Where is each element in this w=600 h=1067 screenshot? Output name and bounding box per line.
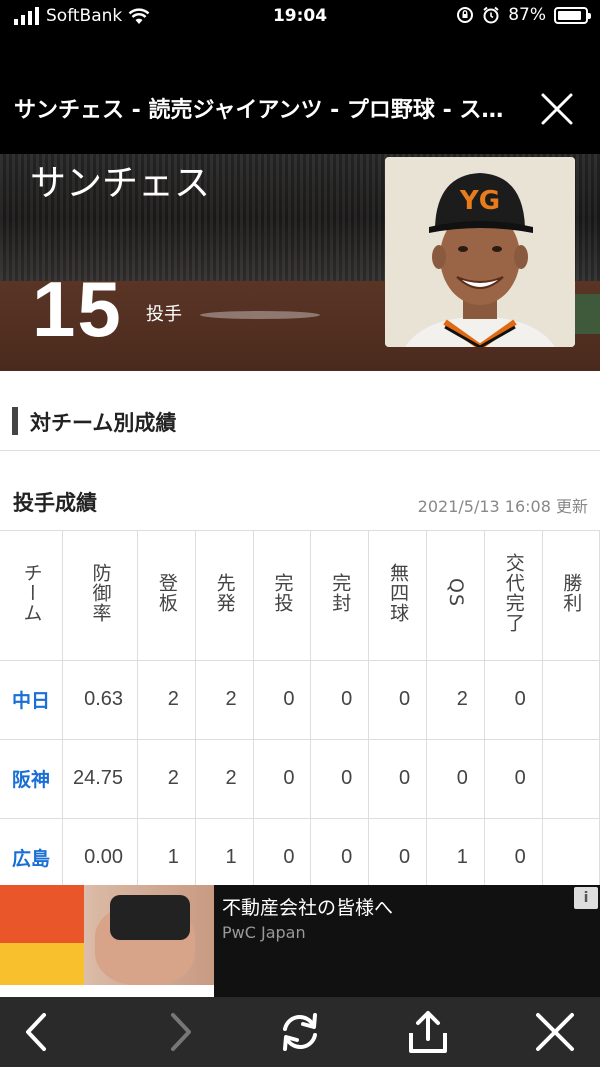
table-cell (542, 818, 600, 885)
table-cell: 2 (195, 739, 254, 819)
table-cell: 0 (310, 660, 370, 740)
table-cell (542, 739, 600, 819)
table-cell: 0 (426, 739, 485, 819)
column-header[interactable]: 完投 (253, 531, 312, 661)
table-cell: 0.00 (62, 818, 139, 885)
orientation-lock-icon (457, 7, 474, 23)
table-cell (542, 660, 600, 740)
table-cell: 0 (253, 739, 312, 819)
team-link[interactable]: 阪神 (0, 739, 64, 819)
main-content: 対チーム別成績 投手成績 2021/5/13 16:08 更新 チーム 防御率 … (0, 371, 600, 885)
ad-image-panel (0, 943, 84, 987)
team-link[interactable]: 中日 (0, 660, 64, 740)
table-cell: 24.75 (62, 739, 139, 819)
player-hero: サンチェス 15 投手 YG (0, 154, 600, 371)
chevron-right-icon[interactable] (155, 1007, 205, 1057)
column-header[interactable]: 完封 (310, 531, 370, 661)
battery-percent: 87% (508, 5, 546, 25)
table-cell: 0 (484, 660, 543, 740)
table-cell: 0 (310, 818, 370, 885)
status-bar: SoftBank 19:04 87% (0, 0, 600, 34)
table-cell: 0 (253, 818, 312, 885)
svg-text:YG: YG (459, 186, 500, 216)
share-icon[interactable] (403, 1007, 453, 1057)
table-cell: 1 (137, 818, 196, 885)
vr-headset-icon (110, 895, 190, 940)
table-cell: 1 (426, 818, 485, 885)
table-row: 広島 0.00 1 1 0 0 0 1 0 (0, 818, 600, 885)
browser-toolbar (0, 997, 600, 1067)
battery-icon (554, 6, 591, 24)
updated-timestamp: 2021/5/13 16:08 更新 (417, 497, 588, 516)
table-cell: 1 (195, 818, 254, 885)
ad-image-strip (0, 985, 214, 997)
refresh-icon[interactable] (275, 1007, 325, 1057)
column-header[interactable]: 無四球 (368, 531, 428, 661)
close-icon[interactable] (540, 92, 574, 126)
section-header: 対チーム別成績 (0, 371, 600, 451)
table-header-row: チーム 防御率 登板 先発 完投 完封 無四球 QS 交代完了 勝利 (0, 531, 600, 661)
table-cell: 0.63 (62, 660, 139, 740)
column-header[interactable]: チーム (0, 531, 64, 661)
table-cell: 0 (368, 818, 428, 885)
section-title: 対チーム別成績 (30, 411, 177, 435)
stats-table: チーム 防御率 登板 先発 完投 完封 無四球 QS 交代完了 勝利 中日 0.… (0, 531, 600, 885)
browser-title-bar: サンチェス - 読売ジャイアンツ - プロ野球 - スポーツナビ (0, 34, 600, 154)
ad-headline[interactable]: 不動産会社の皆様へ (222, 893, 393, 920)
column-header[interactable]: 登板 (137, 531, 196, 661)
player-portrait-image: YG (385, 157, 575, 347)
battery-level (558, 10, 581, 20)
table-row: 阪神 24.75 2 2 0 0 0 0 0 (0, 739, 600, 819)
table-cell: 2 (426, 660, 485, 740)
ad-banner[interactable]: 不動産会社の皆様へ PwC Japan i (0, 885, 600, 997)
table-cell: 0 (484, 739, 543, 819)
player-name: サンチェス (30, 163, 211, 204)
close-tab-icon[interactable] (530, 1007, 580, 1057)
column-header[interactable]: 交代完了 (484, 531, 543, 661)
ad-sponsor: PwC Japan (222, 923, 306, 942)
table-cell: 2 (137, 660, 196, 740)
outfield-wall (575, 294, 600, 334)
player-position: 投手 (146, 304, 182, 325)
section-marker (12, 407, 18, 435)
table-cell: 0 (368, 739, 428, 819)
table-cell: 0 (368, 660, 428, 740)
table-cell: 2 (137, 739, 196, 819)
page-title: サンチェス - 読売ジャイアンツ - プロ野球 - スポーツナビ (14, 98, 514, 123)
chevron-left-icon[interactable] (12, 1007, 62, 1057)
status-right: 87% (456, 5, 591, 25)
team-link[interactable]: 広島 (0, 818, 64, 885)
uniform-number: 15 (32, 265, 123, 353)
player-photo: YG (385, 157, 575, 347)
stats-table-container[interactable]: チーム 防御率 登板 先発 完投 完封 無四球 QS 交代完了 勝利 中日 0.… (0, 530, 600, 885)
column-header[interactable]: 防御率 (62, 531, 139, 661)
table-cell: 0 (310, 739, 370, 819)
ad-image[interactable] (0, 885, 214, 997)
stats-header: 投手成績 2021/5/13 16:08 更新 (0, 451, 600, 529)
table-row: 中日 0.63 2 2 0 0 0 2 0 (0, 660, 600, 740)
table-cell: 0 (253, 660, 312, 740)
table-cell: 2 (195, 660, 254, 740)
ad-info-icon[interactable]: i (574, 887, 598, 909)
alarm-icon (483, 6, 499, 24)
column-header[interactable]: 勝利 (542, 531, 600, 661)
column-header[interactable]: 先発 (195, 531, 254, 661)
table-cell: 0 (484, 818, 543, 885)
column-header[interactable]: QS (426, 531, 485, 661)
stats-title: 投手成績 (13, 491, 97, 515)
